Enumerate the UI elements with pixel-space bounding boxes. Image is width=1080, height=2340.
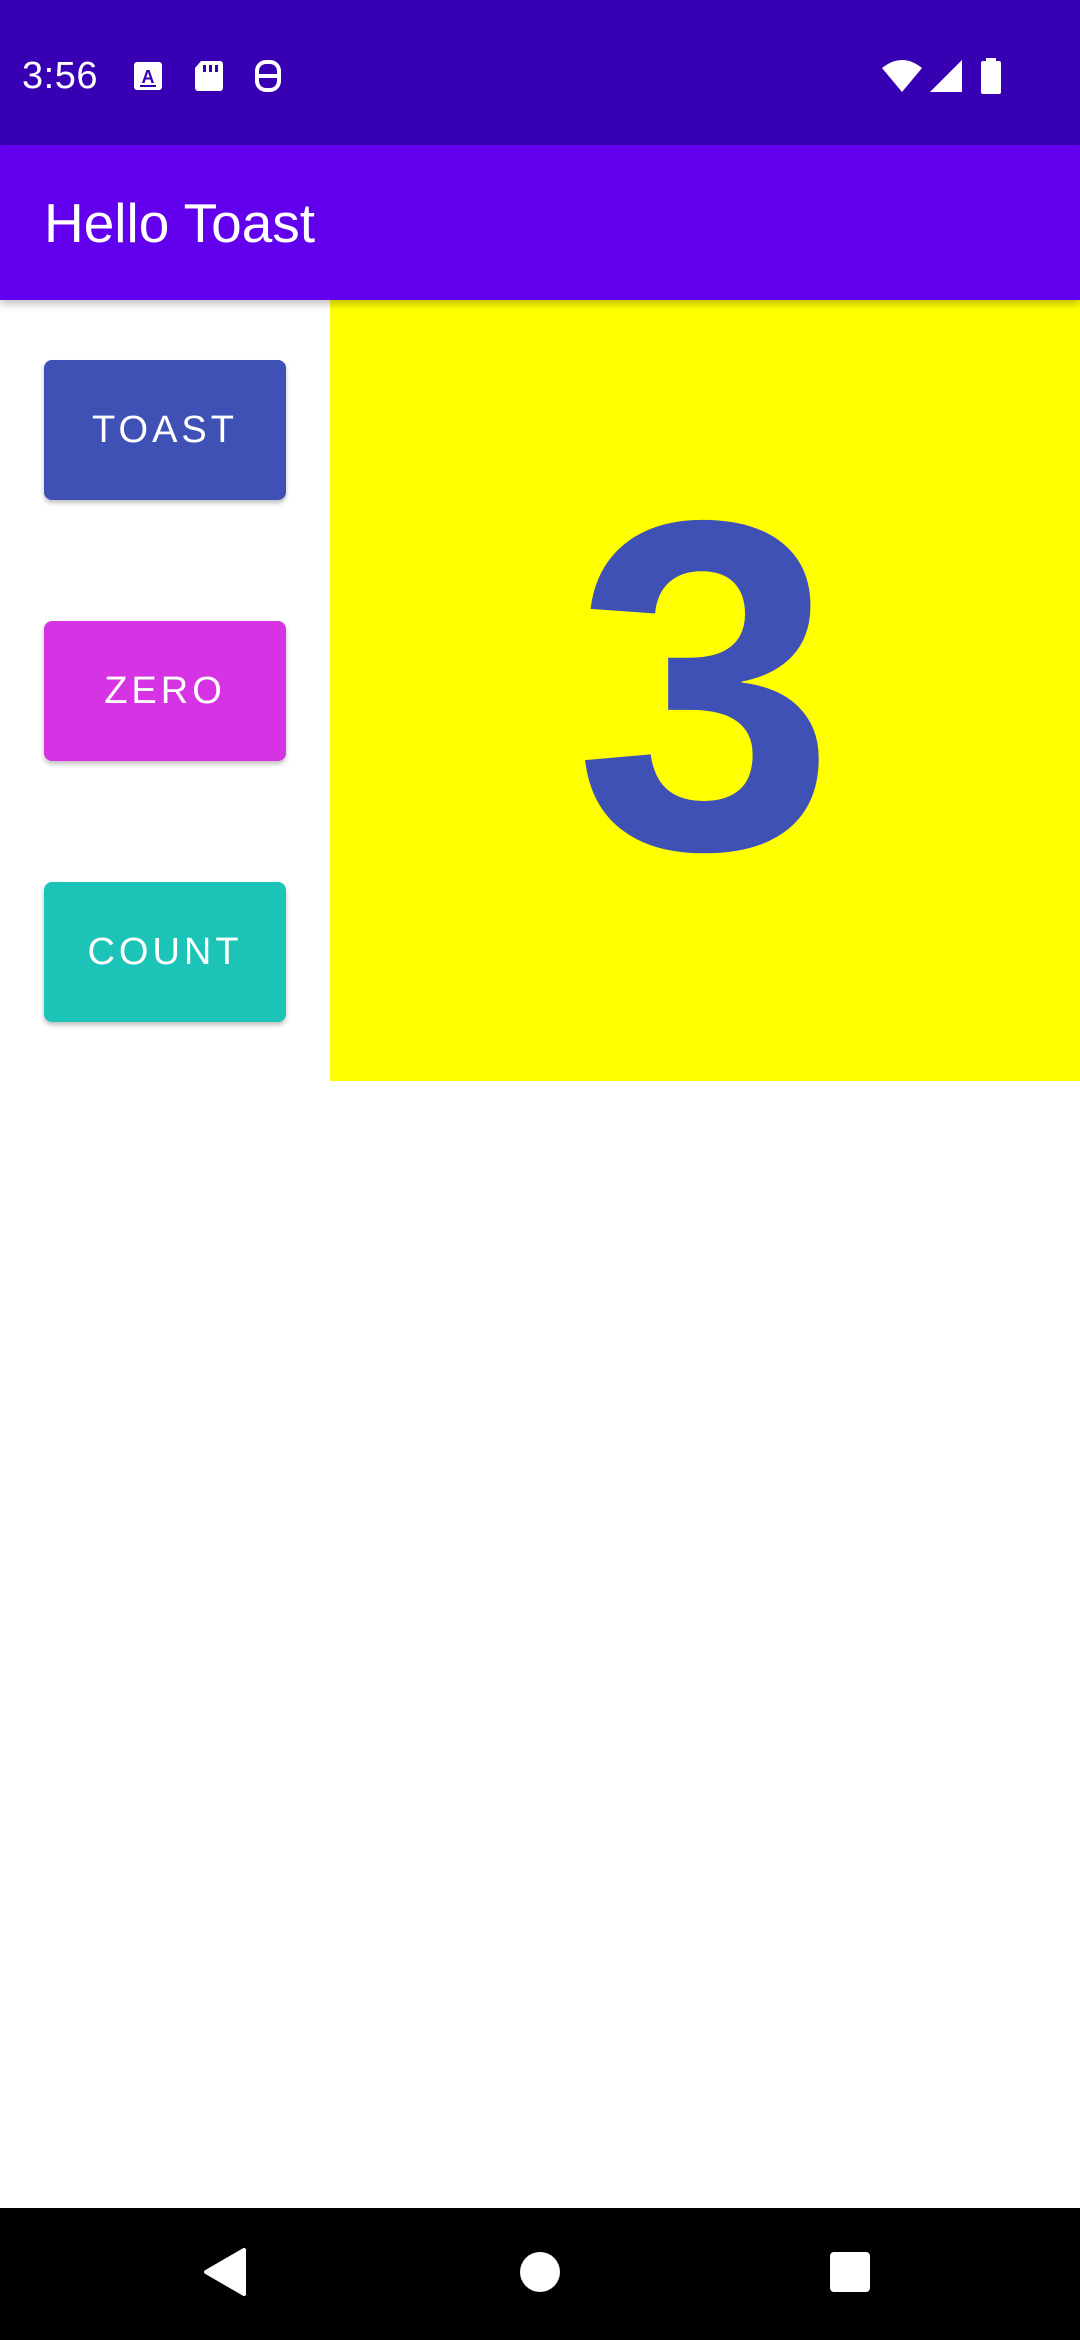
status-time: 3:56 [22,55,98,97]
zero-button[interactable]: ZERO [44,621,286,761]
face-robot-icon [248,56,288,96]
recents-button[interactable] [784,2208,916,2340]
back-button[interactable] [160,2208,292,2340]
count-value: 3 [574,422,836,948]
count-button-label: COUNT [87,930,243,973]
count-display: 3 [330,300,1080,1081]
home-button[interactable] [474,2208,606,2340]
toast-button[interactable]: TOAST [44,360,286,500]
toast-button-label: TOAST [92,408,238,451]
zero-button-label: ZERO [104,669,226,712]
app-title: Hello Toast [44,192,316,254]
cell-signal-icon [926,56,966,96]
app-bar: Hello Toast [0,145,1080,300]
wifi-icon [880,56,924,96]
count-button[interactable]: COUNT [44,882,286,1022]
status-bar: 3:56 A [0,0,1080,145]
recents-icon [828,2250,872,2299]
home-icon [518,2250,562,2299]
keyboard-a-icon: A [128,56,168,96]
sd-card-icon [188,56,228,96]
back-icon [202,2246,250,2303]
svg-text:A: A [142,67,155,87]
battery-icon [976,56,1006,96]
navigation-bar [0,2208,1080,2340]
